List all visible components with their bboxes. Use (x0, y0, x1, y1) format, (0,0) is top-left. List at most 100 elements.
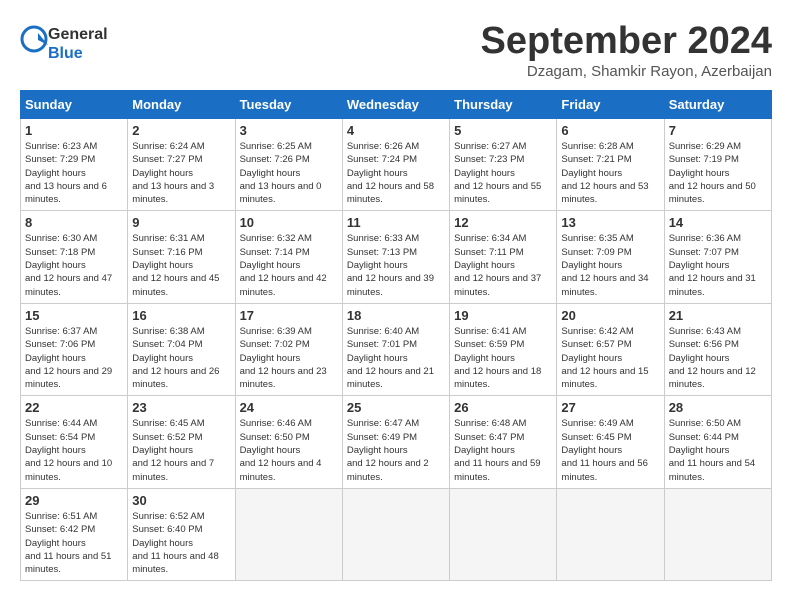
day-info: Sunrise: 6:27 AM Sunset: 7:23 PM Dayligh… (454, 140, 552, 206)
day-number: 4 (347, 123, 445, 138)
day-info: Sunrise: 6:39 AM Sunset: 7:02 PM Dayligh… (240, 325, 338, 391)
day-info: Sunrise: 6:26 AM Sunset: 7:24 PM Dayligh… (347, 140, 445, 206)
day-number: 2 (132, 123, 230, 138)
weekday-friday: Friday (557, 91, 664, 119)
day-info: Sunrise: 6:46 AM Sunset: 6:50 PM Dayligh… (240, 417, 338, 483)
day-info: Sunrise: 6:47 AM Sunset: 6:49 PM Dayligh… (347, 417, 445, 483)
day-number: 24 (240, 400, 338, 415)
day-number: 20 (561, 308, 659, 323)
location-text: Dzagam, Shamkir Rayon, Azerbaijan (481, 63, 773, 80)
day-number: 13 (561, 215, 659, 230)
day-info: Sunrise: 6:49 AM Sunset: 6:45 PM Dayligh… (561, 417, 659, 483)
day-info: Sunrise: 6:23 AM Sunset: 7:29 PM Dayligh… (25, 140, 123, 206)
day-number: 28 (669, 400, 767, 415)
calendar-cell: 9 Sunrise: 6:31 AM Sunset: 7:16 PM Dayli… (128, 211, 235, 303)
day-number: 27 (561, 400, 659, 415)
day-info: Sunrise: 6:51 AM Sunset: 6:42 PM Dayligh… (25, 510, 123, 576)
page-header: General Blue September 2024 Dzagam, Sham… (20, 20, 772, 80)
day-info: Sunrise: 6:52 AM Sunset: 6:40 PM Dayligh… (132, 510, 230, 576)
day-info: Sunrise: 6:35 AM Sunset: 7:09 PM Dayligh… (561, 232, 659, 298)
calendar-cell: 16 Sunrise: 6:38 AM Sunset: 7:04 PM Dayl… (128, 303, 235, 395)
day-number: 12 (454, 215, 552, 230)
calendar-cell: 6 Sunrise: 6:28 AM Sunset: 7:21 PM Dayli… (557, 119, 664, 211)
day-info: Sunrise: 6:37 AM Sunset: 7:06 PM Dayligh… (25, 325, 123, 391)
calendar-cell (450, 488, 557, 580)
calendar-cell (664, 488, 771, 580)
day-info: Sunrise: 6:43 AM Sunset: 6:56 PM Dayligh… (669, 325, 767, 391)
day-info: Sunrise: 6:50 AM Sunset: 6:44 PM Dayligh… (669, 417, 767, 483)
calendar-cell: 13 Sunrise: 6:35 AM Sunset: 7:09 PM Dayl… (557, 211, 664, 303)
calendar-cell: 4 Sunrise: 6:26 AM Sunset: 7:24 PM Dayli… (342, 119, 449, 211)
calendar-cell: 29 Sunrise: 6:51 AM Sunset: 6:42 PM Dayl… (21, 488, 128, 580)
logo-icon (20, 25, 48, 63)
day-info: Sunrise: 6:41 AM Sunset: 6:59 PM Dayligh… (454, 325, 552, 391)
calendar-cell (235, 488, 342, 580)
weekday-saturday: Saturday (664, 91, 771, 119)
day-info: Sunrise: 6:42 AM Sunset: 6:57 PM Dayligh… (561, 325, 659, 391)
calendar-cell: 14 Sunrise: 6:36 AM Sunset: 7:07 PM Dayl… (664, 211, 771, 303)
day-number: 30 (132, 493, 230, 508)
calendar-cell: 23 Sunrise: 6:45 AM Sunset: 6:52 PM Dayl… (128, 396, 235, 488)
day-number: 16 (132, 308, 230, 323)
calendar-cell: 10 Sunrise: 6:32 AM Sunset: 7:14 PM Dayl… (235, 211, 342, 303)
day-number: 29 (25, 493, 123, 508)
calendar-cell: 25 Sunrise: 6:47 AM Sunset: 6:49 PM Dayl… (342, 396, 449, 488)
logo-text: General Blue (48, 25, 108, 63)
calendar-cell: 18 Sunrise: 6:40 AM Sunset: 7:01 PM Dayl… (342, 303, 449, 395)
calendar-cell: 5 Sunrise: 6:27 AM Sunset: 7:23 PM Dayli… (450, 119, 557, 211)
month-title: September 2024 (481, 20, 773, 63)
calendar-cell: 17 Sunrise: 6:39 AM Sunset: 7:02 PM Dayl… (235, 303, 342, 395)
weekday-tuesday: Tuesday (235, 91, 342, 119)
day-info: Sunrise: 6:32 AM Sunset: 7:14 PM Dayligh… (240, 232, 338, 298)
calendar-cell (557, 488, 664, 580)
calendar-cell: 28 Sunrise: 6:50 AM Sunset: 6:44 PM Dayl… (664, 396, 771, 488)
calendar-cell: 21 Sunrise: 6:43 AM Sunset: 6:56 PM Dayl… (664, 303, 771, 395)
calendar-cell: 20 Sunrise: 6:42 AM Sunset: 6:57 PM Dayl… (557, 303, 664, 395)
day-number: 19 (454, 308, 552, 323)
day-number: 3 (240, 123, 338, 138)
day-info: Sunrise: 6:31 AM Sunset: 7:16 PM Dayligh… (132, 232, 230, 298)
calendar-cell: 8 Sunrise: 6:30 AM Sunset: 7:18 PM Dayli… (21, 211, 128, 303)
day-number: 9 (132, 215, 230, 230)
day-info: Sunrise: 6:30 AM Sunset: 7:18 PM Dayligh… (25, 232, 123, 298)
calendar-cell: 19 Sunrise: 6:41 AM Sunset: 6:59 PM Dayl… (450, 303, 557, 395)
day-info: Sunrise: 6:25 AM Sunset: 7:26 PM Dayligh… (240, 140, 338, 206)
day-number: 7 (669, 123, 767, 138)
logo-container: General Blue (20, 25, 108, 63)
day-number: 23 (132, 400, 230, 415)
calendar-cell: 3 Sunrise: 6:25 AM Sunset: 7:26 PM Dayli… (235, 119, 342, 211)
day-info: Sunrise: 6:45 AM Sunset: 6:52 PM Dayligh… (132, 417, 230, 483)
day-number: 1 (25, 123, 123, 138)
day-info: Sunrise: 6:34 AM Sunset: 7:11 PM Dayligh… (454, 232, 552, 298)
day-number: 8 (25, 215, 123, 230)
calendar-cell: 12 Sunrise: 6:34 AM Sunset: 7:11 PM Dayl… (450, 211, 557, 303)
day-number: 17 (240, 308, 338, 323)
day-number: 5 (454, 123, 552, 138)
day-info: Sunrise: 6:29 AM Sunset: 7:19 PM Dayligh… (669, 140, 767, 206)
calendar-cell: 24 Sunrise: 6:46 AM Sunset: 6:50 PM Dayl… (235, 396, 342, 488)
day-info: Sunrise: 6:40 AM Sunset: 7:01 PM Dayligh… (347, 325, 445, 391)
day-info: Sunrise: 6:44 AM Sunset: 6:54 PM Dayligh… (25, 417, 123, 483)
day-info: Sunrise: 6:33 AM Sunset: 7:13 PM Dayligh… (347, 232, 445, 298)
day-info: Sunrise: 6:38 AM Sunset: 7:04 PM Dayligh… (132, 325, 230, 391)
calendar-cell: 26 Sunrise: 6:48 AM Sunset: 6:47 PM Dayl… (450, 396, 557, 488)
weekday-sunday: Sunday (21, 91, 128, 119)
calendar-cell: 30 Sunrise: 6:52 AM Sunset: 6:40 PM Dayl… (128, 488, 235, 580)
day-number: 26 (454, 400, 552, 415)
day-number: 14 (669, 215, 767, 230)
calendar-cell: 27 Sunrise: 6:49 AM Sunset: 6:45 PM Dayl… (557, 396, 664, 488)
calendar-cell: 15 Sunrise: 6:37 AM Sunset: 7:06 PM Dayl… (21, 303, 128, 395)
logo: General Blue (20, 25, 108, 63)
day-info: Sunrise: 6:28 AM Sunset: 7:21 PM Dayligh… (561, 140, 659, 206)
calendar-cell (342, 488, 449, 580)
weekday-monday: Monday (128, 91, 235, 119)
weekday-wednesday: Wednesday (342, 91, 449, 119)
day-number: 21 (669, 308, 767, 323)
day-number: 11 (347, 215, 445, 230)
calendar-table: SundayMondayTuesdayWednesdayThursdayFrid… (20, 90, 772, 581)
calendar-cell: 22 Sunrise: 6:44 AM Sunset: 6:54 PM Dayl… (21, 396, 128, 488)
calendar-cell: 11 Sunrise: 6:33 AM Sunset: 7:13 PM Dayl… (342, 211, 449, 303)
day-number: 15 (25, 308, 123, 323)
title-block: September 2024 Dzagam, Shamkir Rayon, Az… (481, 20, 773, 80)
day-number: 18 (347, 308, 445, 323)
